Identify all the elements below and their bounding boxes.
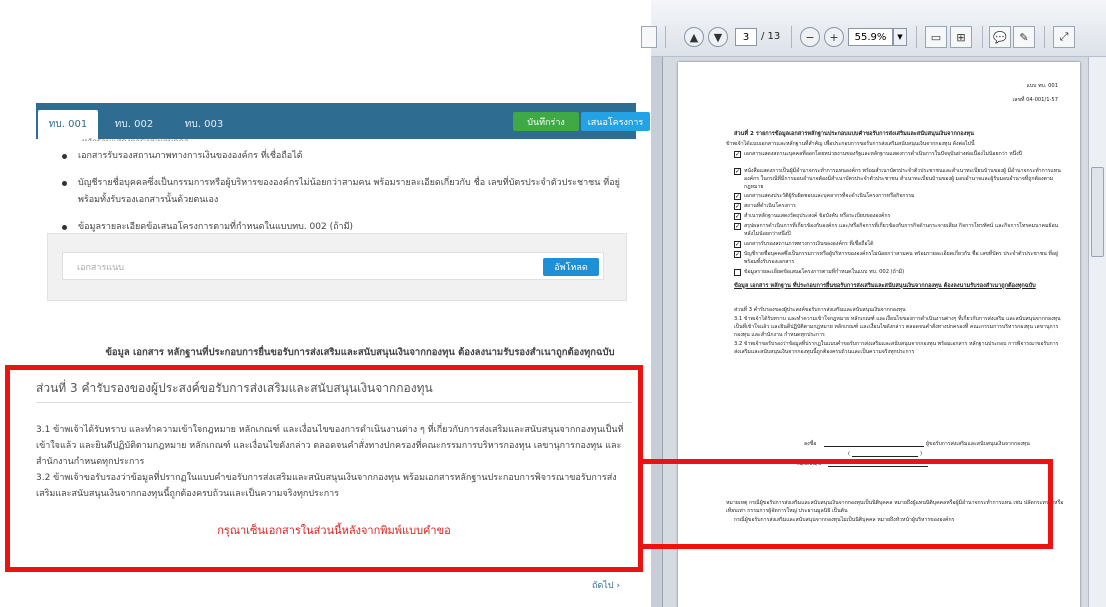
attachment-bullet-list: เอกสารรับรองสถานภาพทางการเงินขององค์กร ท… <box>40 148 630 246</box>
check-item-text: ข้อมูลรายละเอียดข้อเสนอโครงการตามที่กำหน… <box>744 269 905 275</box>
checkbox-checked-icon: ✓ <box>734 168 741 175</box>
fit-width-icon[interactable]: ⊞ <box>950 26 972 48</box>
checkbox-empty-icon <box>734 269 741 276</box>
sidebar-toggle-icon[interactable] <box>641 26 657 48</box>
page-number-input[interactable]: 3 <box>735 28 757 46</box>
checkbox-checked-icon: ✓ <box>734 151 741 158</box>
bullet-text: บัญชีรายชื่อบุคคลซึ่งเป็นกรรมการหรือผู้บ… <box>78 178 620 205</box>
form-code: แบบ ทบ. 001 <box>1026 83 1059 89</box>
web-form-panel: ทบ. 001 ทบ. 002 ทบ. 003 บันทึกร่าง เสนอโ… <box>0 0 651 607</box>
pdf-clause-3-2: 3.2 ข้าพเจ้าขอรับรองว่าข้อมูลที่ปรากฏในแ… <box>734 341 1059 355</box>
checkbox-checked-icon: ✓ <box>734 203 741 210</box>
checkbox-checked-icon: ✓ <box>734 223 741 230</box>
highlight-box-right <box>638 459 1053 549</box>
upload-panel: เอกสารแนบ อัพโหลด <box>47 233 627 301</box>
bullet-item: เอกสารรับรองสถานภาพทางการเงินขององค์กร ท… <box>40 148 630 165</box>
bullet-item: บัญชีรายชื่อบุคคลซึ่งเป็นกรรมการหรือผู้บ… <box>40 175 630 209</box>
upload-button[interactable]: อัพโหลด <box>543 258 599 276</box>
next-link[interactable]: ถัดไป › <box>592 578 620 592</box>
highlight-box-left <box>5 365 643 572</box>
scrollbar-thumb[interactable] <box>1091 167 1104 257</box>
page-up-icon[interactable]: ▲ <box>684 27 704 47</box>
propose-project-button[interactable]: เสนอโครงการ <box>581 112 650 131</box>
bullet-text: ข้อมูลรายละเอียดข้อเสนอโครงการตามที่กำหน… <box>78 222 354 232</box>
toolbar-separator <box>665 26 666 48</box>
bullet-dot-icon <box>62 225 67 230</box>
paren-open: ( <box>848 451 851 457</box>
bullet-text: เอกสารรับรองสถานภาพทางการเงินขององค์กร ท… <box>78 151 303 161</box>
fit-page-icon[interactable]: ▭ <box>925 26 947 48</box>
tab-tb003[interactable]: ทบ. 003 <box>174 110 234 139</box>
certification-notice-heading: ข้อมูล เอกสาร หลักฐานที่ประกอบการยื่นขอร… <box>105 347 615 358</box>
pdf-toolbar: ▲ ▼ 3 / 13 − + 55.9% ▼ ▭ ⊞ 💬 ✎ ⤢ <box>641 0 1106 57</box>
check-item-text: สรุปผลการดำเนินการที่เกี่ยวข้องกับองค์กร… <box>744 223 1059 237</box>
underlined-certification-note: ข้อมูล เอกสาร หลักฐาน ที่ประกอบการยื่นขอ… <box>734 283 1036 289</box>
clipped-text-line: หลักฐานแสดงการเป็นนิติบุคคล <box>82 138 302 141</box>
toolbar-separator <box>791 26 792 48</box>
checkbox-checked-icon: ✓ <box>734 251 741 258</box>
checkbox-checked-icon: ✓ <box>734 213 741 220</box>
check-item-text: เอกสารแสดงประวัติผู้รับผิดชอบและบุคลากรท… <box>744 193 915 199</box>
tab-tb002[interactable]: ทบ. 002 <box>104 110 164 139</box>
paren-close: ) <box>920 451 923 457</box>
name-line <box>852 456 918 457</box>
part2-intro: ข้าพเจ้าได้แนบเอกสารและหลักฐานที่สำคัญ เ… <box>726 141 975 147</box>
check-item-text: สถานที่ดำเนินโครงการ <box>744 203 796 209</box>
sign-icon[interactable]: ✎ <box>1013 26 1035 48</box>
toolbar-separator <box>982 26 983 48</box>
bullet-dot-icon <box>62 181 67 186</box>
vertical-scrollbar[interactable] <box>1088 57 1106 607</box>
reference-number: เลขที่ 04-001/1-57 <box>1012 97 1058 103</box>
sign-label: ลงชื่อ <box>804 441 817 447</box>
tab-tb001[interactable]: ทบ. 001 <box>38 110 98 139</box>
pdf-part3-title: ส่วนที่ 3 คำรับรองของผู้ประสงค์ขอรับการส… <box>734 307 906 313</box>
part2-title: ส่วนที่ 2 รายการข้อมูลเอกสารหลักฐานประกอ… <box>734 131 974 137</box>
check-item-text: เอกสารรับรองสถานภาพทางการเงินขององค์กร ท… <box>744 241 874 247</box>
bullet-dot-icon <box>62 154 67 159</box>
pdf-clause-3-1: 3.1 ข้าพเจ้าได้รับทราบ และทำความเข้าใจกฎ… <box>734 316 1061 338</box>
check-item-text: หนังสือแสดงการเป็นผู้มีอำนาจกระทำการแทนอ… <box>744 168 1061 190</box>
signature-line <box>824 446 924 447</box>
zoom-in-icon[interactable]: + <box>824 27 844 47</box>
page-total-label: / 13 <box>761 31 781 42</box>
check-item-text: เอกสารแสดงสถานะบุคคลที่ออกโดยหน่วยงานของ… <box>744 151 1022 157</box>
toolbar-separator <box>1044 26 1045 48</box>
checkbox-checked-icon: ✓ <box>734 193 741 200</box>
screenshot-root: ทบ. 001 ทบ. 002 ทบ. 003 บันทึกร่าง เสนอโ… <box>0 0 1106 607</box>
save-draft-button[interactable]: บันทึกร่าง <box>513 112 579 131</box>
zoom-level-field[interactable]: 55.9% <box>848 28 893 46</box>
attachment-file-input[interactable]: เอกสารแนบ อัพโหลด <box>62 252 604 280</box>
page-down-icon[interactable]: ▼ <box>708 27 728 47</box>
check-item-text: บัญชีรายชื่อบุคคลซึ่งเป็นกรรมการหรือผู้บ… <box>744 251 1058 265</box>
toolbar-separator <box>916 26 917 48</box>
zoom-out-icon[interactable]: − <box>800 27 820 47</box>
expand-icon[interactable]: ⤢ <box>1053 26 1075 48</box>
check-item-text: สำเนาหลักฐานแสดงวัตถุประสงค์ ข้อบังคับ ห… <box>744 213 891 219</box>
checkbox-checked-icon: ✓ <box>734 241 741 248</box>
signer-role: ผู้ขอรับการส่งเสริมและสนับสนุนเงินจากกอง… <box>926 441 1030 447</box>
attachment-placeholder: เอกสารแนบ <box>77 263 124 273</box>
form-tabbar: ทบ. 001 ทบ. 002 ทบ. 003 บันทึกร่าง เสนอโ… <box>36 103 650 139</box>
comment-icon[interactable]: 💬 <box>989 26 1011 48</box>
zoom-dropdown-icon[interactable]: ▼ <box>893 28 907 46</box>
